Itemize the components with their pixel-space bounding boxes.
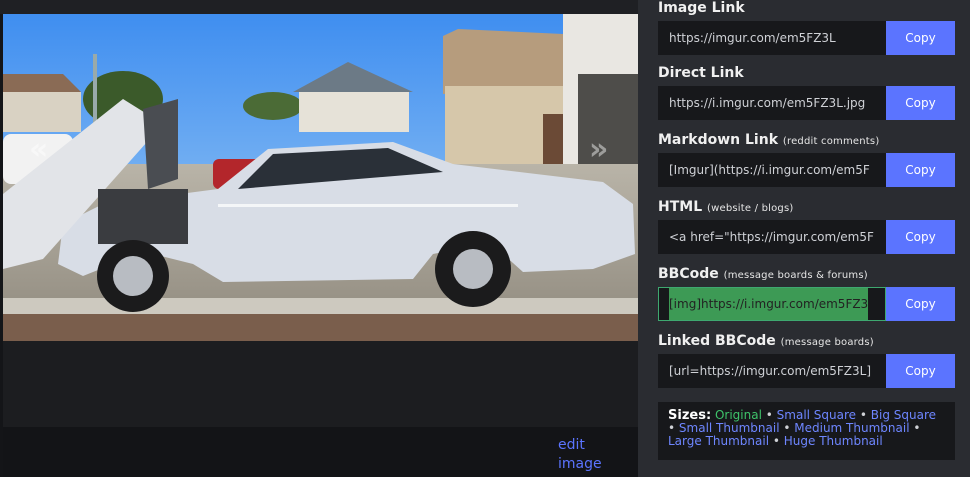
- size-medium-thumbnail-link[interactable]: Medium Thumbnail: [794, 421, 909, 435]
- copy-direct-link-button[interactable]: Copy: [886, 86, 955, 120]
- size-separator: •: [769, 434, 784, 448]
- linked-bbcode-title: Linked BBCode: [658, 333, 776, 349]
- direct-link-value: https://i.imgur.com/em5FZ3L.jpg: [669, 96, 866, 110]
- bbcode-label: BBCode (message boards & forums): [658, 264, 958, 284]
- image-caption-area: [3, 341, 638, 427]
- linked-bbcode-value: [url=https://imgur.com/em5FZ3L]: [669, 364, 872, 378]
- image-link-value: https://imgur.com/em5FZ3L: [669, 31, 836, 45]
- car-photo[interactable]: « »: [3, 14, 638, 341]
- bbcode-group: BBCode (message boards & forums) [img]ht…: [658, 264, 958, 321]
- size-separator: •: [909, 421, 921, 435]
- copy-markdown-link-button[interactable]: Copy: [886, 153, 955, 187]
- size-big-square-link[interactable]: Big Square: [871, 408, 936, 422]
- size-original-link[interactable]: Original: [715, 408, 762, 422]
- html-label: HTML (website / blogs): [658, 197, 958, 217]
- direct-link-field[interactable]: https://i.imgur.com/em5FZ3L.jpg: [658, 86, 886, 120]
- sizes-box: Sizes: Original • Small Square • Big Squ…: [658, 402, 955, 460]
- edit-image-link[interactable]: edit image: [558, 436, 618, 474]
- image-viewer: « »: [0, 0, 638, 477]
- bbcode-subtitle: (message boards & forums): [723, 270, 868, 281]
- markdown-link-value: [Imgur](https://i.imgur.com/em5F: [669, 163, 870, 177]
- linked-bbcode-label: Linked BBCode (message boards): [658, 331, 958, 351]
- size-separator: •: [668, 421, 679, 435]
- size-separator: •: [779, 421, 795, 435]
- share-panel: Image Link https://imgur.com/em5FZ3L Cop…: [638, 0, 970, 477]
- html-subtitle: (website / blogs): [707, 203, 794, 214]
- linked-bbcode-field[interactable]: [url=https://imgur.com/em5FZ3L]: [658, 354, 886, 388]
- size-small-thumbnail-link[interactable]: Small Thumbnail: [679, 421, 780, 435]
- size-separator: •: [761, 408, 777, 422]
- linked-bbcode-group: Linked BBCode (message boards) [url=http…: [658, 331, 958, 388]
- next-image-arrow[interactable]: »: [589, 132, 608, 167]
- direct-link-label: Direct Link: [658, 63, 958, 83]
- html-group: HTML (website / blogs) <a href="https://…: [658, 197, 958, 254]
- copy-linked-bbcode-button[interactable]: Copy: [886, 354, 955, 388]
- bbcode-value-selected: [img]https://i.imgur.com/em5FZ3: [669, 288, 869, 320]
- html-value: <a href="https://imgur.com/em5F: [669, 230, 874, 244]
- size-large-thumbnail-link[interactable]: Large Thumbnail: [668, 434, 769, 448]
- markdown-link-group: Markdown Link (reddit comments) [Imgur](…: [658, 130, 958, 187]
- size-small-square-link[interactable]: Small Square: [777, 408, 856, 422]
- size-separator: •: [856, 408, 871, 422]
- bbcode-title: BBCode: [658, 266, 719, 282]
- car-photo-illustration: [3, 14, 638, 341]
- markdown-link-label: Markdown Link (reddit comments): [658, 130, 958, 150]
- size-huge-thumbnail-link[interactable]: Huge Thumbnail: [784, 434, 883, 448]
- image-link-group: Image Link https://imgur.com/em5FZ3L Cop…: [658, 0, 958, 55]
- copy-image-link-button[interactable]: Copy: [886, 21, 955, 55]
- image-link-field[interactable]: https://imgur.com/em5FZ3L: [658, 21, 886, 55]
- viewer-footer: [3, 427, 638, 477]
- copy-bbcode-button[interactable]: Copy: [886, 287, 955, 321]
- markdown-link-title: Markdown Link: [658, 132, 779, 148]
- markdown-link-subtitle: (reddit comments): [782, 136, 880, 147]
- html-title: HTML: [658, 199, 703, 215]
- direct-link-title: Direct Link: [658, 65, 744, 81]
- image-link-label: Image Link: [658, 0, 958, 18]
- linked-bbcode-subtitle: (message boards): [780, 337, 874, 348]
- viewer-top-bar: [0, 0, 638, 14]
- image-link-title: Image Link: [658, 0, 745, 16]
- previous-image-arrow[interactable]: «: [29, 132, 48, 167]
- copy-html-button[interactable]: Copy: [886, 220, 955, 254]
- html-field[interactable]: <a href="https://imgur.com/em5F: [658, 220, 886, 254]
- direct-link-group: Direct Link https://i.imgur.com/em5FZ3L.…: [658, 63, 958, 120]
- bbcode-field[interactable]: [img]https://i.imgur.com/em5FZ3: [658, 287, 886, 321]
- markdown-link-field[interactable]: [Imgur](https://i.imgur.com/em5F: [658, 153, 886, 187]
